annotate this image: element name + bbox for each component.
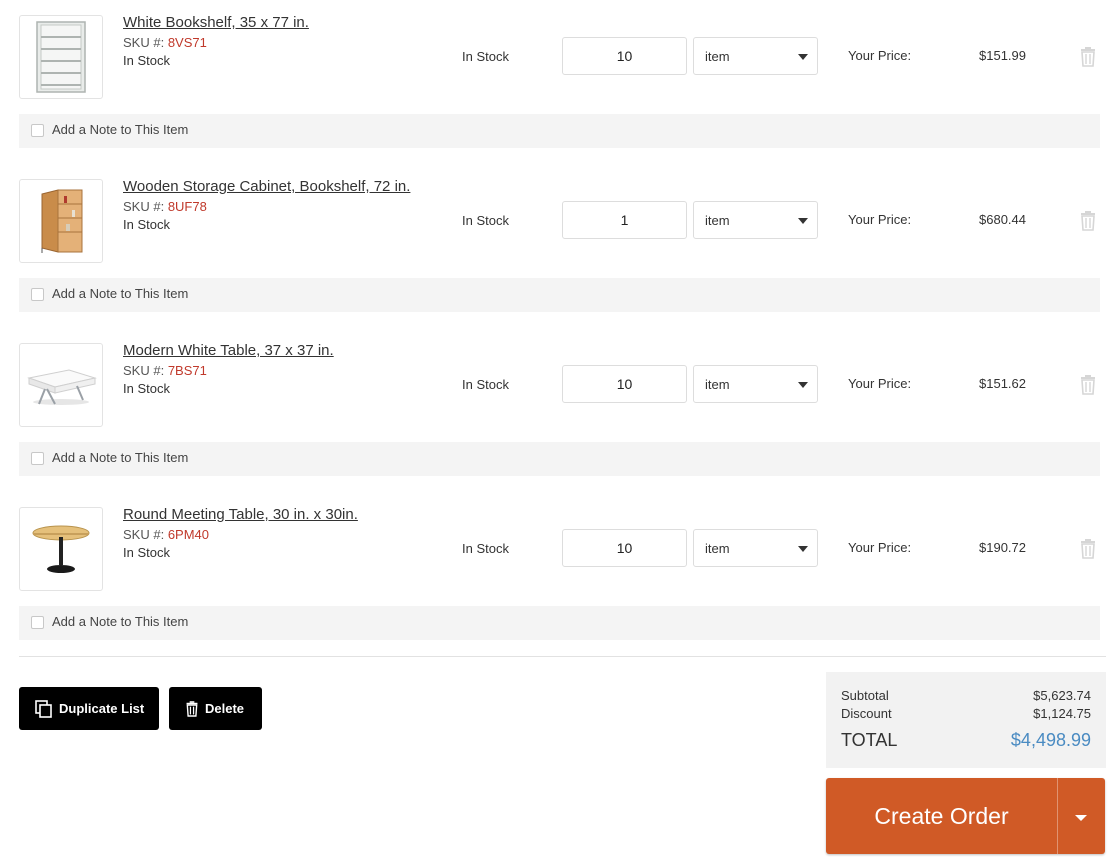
availability: In Stock (462, 541, 509, 556)
price-label: Your Price: (848, 376, 912, 391)
sku-label: SKU #: (123, 363, 165, 378)
unit-select[interactable]: item (693, 529, 818, 567)
price-label: Your Price: (848, 48, 912, 63)
chevron-down-icon (798, 218, 808, 224)
cart-item: Wooden Storage Cabinet, Bookshelf, 72 in… (0, 164, 1114, 328)
create-order-options-button[interactable] (1058, 778, 1105, 854)
availability: In Stock (462, 49, 509, 64)
sku-label: SKU #: (123, 199, 165, 214)
add-note-row: Add a Note to This Item (19, 442, 1100, 476)
price-label: Your Price: (848, 540, 912, 555)
trash-icon[interactable] (1079, 539, 1097, 559)
order-summary: Subtotal $5,623.74 Discount $1,124.75 TO… (826, 672, 1106, 768)
price-label: Your Price: (848, 212, 912, 227)
stock-status: In Stock (123, 545, 170, 560)
duplicate-list-label: Duplicate List (59, 701, 145, 716)
unit-select-value: item (705, 377, 730, 392)
add-note-checkbox[interactable] (31, 124, 44, 137)
duplicate-list-button[interactable]: Duplicate List (19, 687, 159, 730)
cart-item: Modern White Table, 37 x 37 in. SKU #: 7… (0, 328, 1114, 492)
product-name-link[interactable]: Round Meeting Table, 30 in. x 30in. (123, 506, 358, 523)
subtotal-value: $5,623.74 (1033, 688, 1091, 703)
sku-line: SKU #: 8VS71 (123, 35, 207, 50)
wooden-cabinet-image (41, 189, 83, 253)
availability: In Stock (462, 377, 509, 392)
product-name-link[interactable]: White Bookshelf, 35 x 77 in. (123, 14, 309, 31)
sku-label: SKU #: (123, 35, 165, 50)
unit-select-value: item (705, 213, 730, 228)
white-table-image (27, 369, 97, 405)
round-table-image (32, 525, 90, 573)
item-price: $190.72 (979, 540, 1026, 555)
stock-status: In Stock (123, 217, 170, 232)
sku-code: 8VS71 (167, 35, 207, 50)
cart-item: Round Meeting Table, 30 in. x 30in. SKU … (0, 492, 1114, 656)
trash-icon[interactable] (1079, 375, 1097, 395)
divider (19, 656, 1106, 657)
add-note-label[interactable]: Add a Note to This Item (52, 286, 188, 301)
add-note-checkbox[interactable] (31, 288, 44, 301)
sku-line: SKU #: 8UF78 (123, 199, 207, 214)
chevron-down-icon (1075, 815, 1087, 821)
subtotal-label: Subtotal (841, 688, 889, 703)
total-label: TOTAL (841, 730, 898, 750)
cart-item: White Bookshelf, 35 x 77 in. SKU #: 8VS7… (0, 0, 1114, 164)
product-thumbnail[interactable] (19, 15, 103, 99)
trash-icon[interactable] (1079, 47, 1097, 67)
total-value: $4,498.99 (1010, 730, 1091, 750)
quantity-input[interactable] (562, 37, 687, 75)
add-note-label[interactable]: Add a Note to This Item (52, 122, 188, 137)
total-row: TOTAL $4,498.99 (841, 730, 1091, 751)
product-thumbnail[interactable] (19, 507, 103, 591)
create-order-split-button: Create Order (826, 778, 1105, 854)
quantity-input[interactable] (562, 201, 687, 239)
availability: In Stock (462, 213, 509, 228)
quantity-input[interactable] (562, 365, 687, 403)
sku-code: 8UF78 (167, 199, 207, 214)
sku-code: 6PM40 (167, 527, 210, 542)
chevron-down-icon (798, 546, 808, 552)
unit-select-value: item (705, 541, 730, 556)
item-price: $680.44 (979, 212, 1026, 227)
add-note-row: Add a Note to This Item (19, 606, 1100, 640)
trash-icon (185, 700, 199, 717)
discount-value: $1,124.75 (1033, 706, 1091, 721)
add-note-checkbox[interactable] (31, 616, 44, 629)
item-price: $151.99 (979, 48, 1026, 63)
stock-status: In Stock (123, 381, 170, 396)
white-bookshelf-image (36, 21, 86, 93)
unit-select[interactable]: item (693, 201, 818, 239)
product-name-link[interactable]: Modern White Table, 37 x 37 in. (123, 342, 334, 359)
product-name-link[interactable]: Wooden Storage Cabinet, Bookshelf, 72 in… (123, 178, 410, 195)
product-thumbnail[interactable] (19, 343, 103, 427)
subtotal-row: Subtotal $5,623.74 (841, 688, 1091, 703)
quantity-input[interactable] (562, 529, 687, 567)
delete-button[interactable]: Delete (169, 687, 262, 730)
unit-select[interactable]: item (693, 37, 818, 75)
item-price: $151.62 (979, 376, 1026, 391)
add-note-row: Add a Note to This Item (19, 278, 1100, 312)
chevron-down-icon (798, 54, 808, 60)
sku-label: SKU #: (123, 527, 165, 542)
delete-label: Delete (205, 701, 245, 716)
sku-code: 7BS71 (167, 363, 207, 378)
create-order-button[interactable]: Create Order (826, 778, 1057, 854)
add-note-label[interactable]: Add a Note to This Item (52, 614, 188, 629)
add-note-checkbox[interactable] (31, 452, 44, 465)
stock-status: In Stock (123, 53, 170, 68)
sku-line: SKU #: 7BS71 (123, 363, 207, 378)
product-thumbnail[interactable] (19, 179, 103, 263)
discount-row: Discount $1,124.75 (841, 706, 1091, 721)
sku-line: SKU #: 6PM40 (123, 527, 209, 542)
unit-select-value: item (705, 49, 730, 64)
discount-label: Discount (841, 706, 892, 721)
copy-icon (35, 699, 53, 718)
unit-select[interactable]: item (693, 365, 818, 403)
add-note-row: Add a Note to This Item (19, 114, 1100, 148)
add-note-label[interactable]: Add a Note to This Item (52, 450, 188, 465)
trash-icon[interactable] (1079, 211, 1097, 231)
chevron-down-icon (798, 382, 808, 388)
